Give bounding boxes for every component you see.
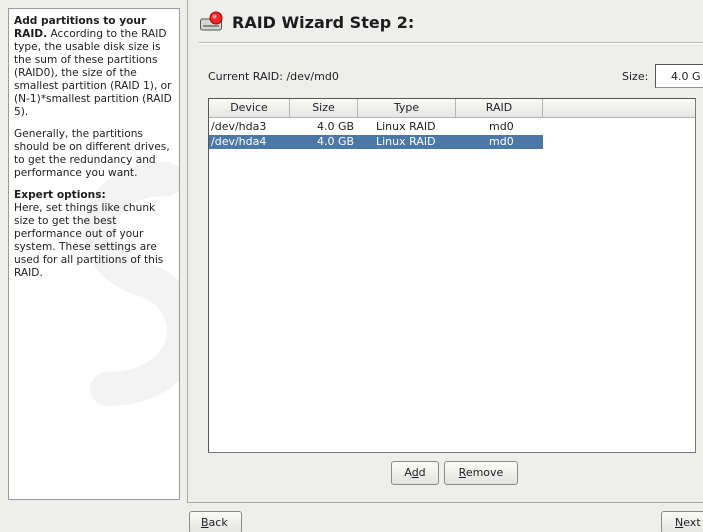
remove-button-mnemonic: R (458, 466, 466, 479)
title-row: RAID Wizard Step 2: (199, 10, 414, 34)
column-header-device[interactable]: Device (209, 99, 290, 118)
help-general: Generally, the partitions should be on d… (14, 128, 170, 179)
back-button-mnemonic: B (201, 516, 209, 529)
column-header-size[interactable]: Size (290, 99, 358, 118)
remove-button-label-b: emove (465, 466, 504, 479)
column-header-type[interactable]: Type (358, 99, 456, 118)
back-button-label-b: ack (208, 516, 228, 529)
cell-type: Linux RAID (376, 135, 436, 148)
help-intro: Add partitions to your RAID. According t… (14, 15, 175, 119)
remove-button[interactable]: Remove (444, 461, 518, 485)
cell-size: 4.0 GB (317, 120, 355, 133)
column-header-raid[interactable]: RAID (456, 99, 543, 118)
help-expert-heading: Expert options: (14, 189, 106, 201)
table-row[interactable]: /dev/hda3 4.0 GB Linux RAID md0 (209, 120, 543, 134)
size-field[interactable]: 4.0 G (655, 64, 703, 88)
cell-type: Linux RAID (376, 120, 436, 133)
help-panel: Add partitions to your RAID. According t… (8, 8, 180, 500)
cell-size: 4.0 GB (317, 135, 355, 148)
table-row-selected[interactable]: /dev/hda4 4.0 GB Linux RAID md0 (209, 135, 543, 149)
partition-table[interactable]: Device Size Type RAID /dev/hda3 4.0 GB L… (208, 98, 696, 453)
back-button[interactable]: Back (189, 511, 242, 532)
column-header-filler (543, 99, 695, 118)
help-expert-text: Here, set things like chunk size to get … (14, 202, 164, 279)
title-divider (199, 42, 703, 44)
size-label: Size: (622, 70, 649, 83)
add-button-label-b: d (418, 466, 426, 479)
wizard-content: RAID Wizard Step 2: Current RAID: /dev/m… (187, 0, 703, 503)
current-raid-label: Current RAID: /dev/md0 (208, 70, 339, 83)
help-expert: Expert options: Here, set things like chu… (14, 189, 175, 280)
next-button-label-b: ext (683, 516, 701, 529)
cell-device: /dev/hda3 (211, 120, 267, 133)
cell-raid: md0 (489, 135, 514, 148)
cell-raid: md0 (489, 120, 514, 133)
next-button-mnemonic: N (675, 516, 684, 529)
page-title: RAID Wizard Step 2: (232, 12, 415, 32)
next-button[interactable]: Next (661, 511, 703, 532)
add-button-mnemonic: d (411, 466, 419, 479)
harddisk-icon (200, 11, 223, 31)
table-header: Device Size Type RAID (209, 99, 695, 118)
help-intro-text: According to the RAID type, the usable d… (14, 28, 172, 118)
add-button[interactable]: Add (391, 461, 439, 485)
add-button-label-a: A (404, 466, 412, 479)
cell-device: /dev/hda4 (211, 135, 267, 148)
